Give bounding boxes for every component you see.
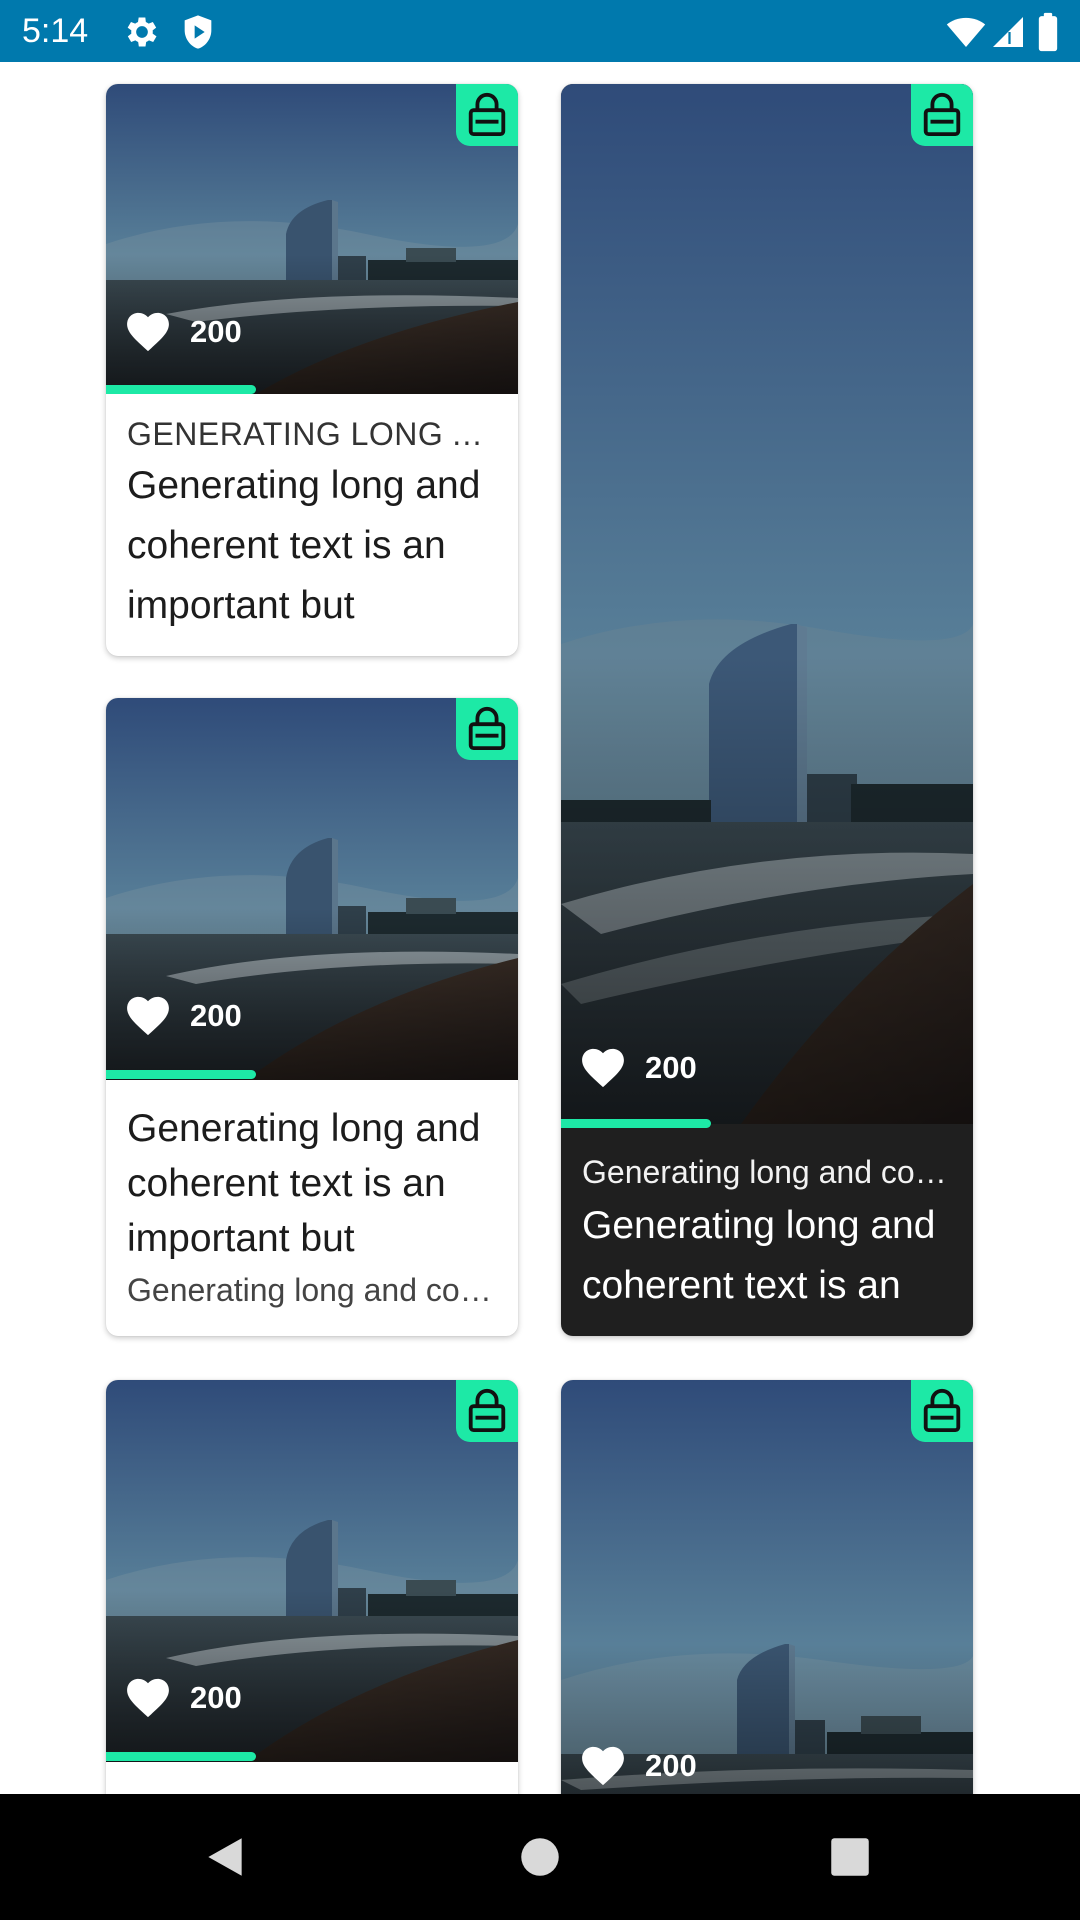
card-1[interactable]: 200 GENERATING LONG AND COHERENT TEXT IS… [106, 84, 518, 656]
recents-icon[interactable] [825, 1832, 875, 1882]
heart-icon [582, 1048, 624, 1088]
gear-icon [122, 12, 162, 52]
card-overline: GENERATING LONG AND COHERENT TEXT IS AN … [127, 416, 500, 452]
likes-button[interactable]: 200 [126, 308, 242, 356]
likes-count: 200 [645, 1050, 697, 1085]
card-text: Generating long and coherent text is an … [582, 1148, 955, 1316]
lock-icon[interactable] [456, 1380, 518, 1442]
shield-play-icon [178, 12, 218, 52]
likes-count: 200 [190, 1680, 242, 1715]
wifi-icon [944, 12, 988, 52]
status-bar: 5:14 [0, 0, 1080, 62]
back-icon[interactable] [200, 1832, 250, 1882]
card-5[interactable]: 200 [561, 1380, 973, 1794]
card-2[interactable]: 200 Generating long and coherent text is… [106, 698, 518, 1336]
home-icon[interactable] [515, 1832, 565, 1882]
progress-bar [106, 1752, 256, 1761]
navigation-bar [0, 1794, 1080, 1920]
card-subtitle: Generating long and coherent text is an … [582, 1154, 955, 1190]
heart-icon [127, 1678, 169, 1718]
card-3[interactable]: 200 Generating long and coherent text is… [561, 84, 973, 1336]
content-feed[interactable]: 200 GENERATING LONG AND COHERENT TEXT IS… [0, 62, 1080, 1794]
likes-button[interactable]: 200 [581, 1044, 697, 1092]
lock-icon[interactable] [911, 1380, 973, 1442]
lock-icon[interactable] [911, 84, 973, 146]
progress-bar [561, 1119, 711, 1128]
heart-icon [127, 996, 169, 1036]
card-text: Generating long and coherent text is an … [127, 1101, 500, 1314]
lock-icon[interactable] [456, 698, 518, 760]
lock-icon[interactable] [456, 84, 518, 146]
card-text: GENERATING LONG AND COHERENT TEXT IS AN … [127, 412, 500, 636]
heart-icon [127, 312, 169, 352]
card-photo [561, 84, 973, 1124]
likes-button[interactable]: 200 [581, 1742, 697, 1790]
progress-bar [106, 1070, 256, 1079]
likes-count: 200 [190, 314, 242, 349]
card-title: Generating long and coherent text is an … [127, 464, 481, 627]
card-title: Generating long and coherent text is an … [127, 1107, 481, 1260]
heart-icon [582, 1746, 624, 1786]
status-time: 5:14 [22, 12, 89, 50]
card-4[interactable]: 200 [106, 1380, 518, 1794]
progress-bar [106, 385, 256, 394]
likes-count: 200 [190, 998, 242, 1033]
card-photo [561, 1380, 973, 1794]
battery-icon [1036, 12, 1060, 52]
likes-button[interactable]: 200 [126, 992, 242, 1040]
card-subtitle: Generating long and coherent text is an … [127, 1272, 500, 1308]
likes-count: 200 [645, 1748, 697, 1783]
likes-button[interactable]: 200 [126, 1674, 242, 1722]
card-title: Generating long and coherent text is an … [582, 1204, 936, 1307]
signal-icon [990, 12, 1026, 52]
